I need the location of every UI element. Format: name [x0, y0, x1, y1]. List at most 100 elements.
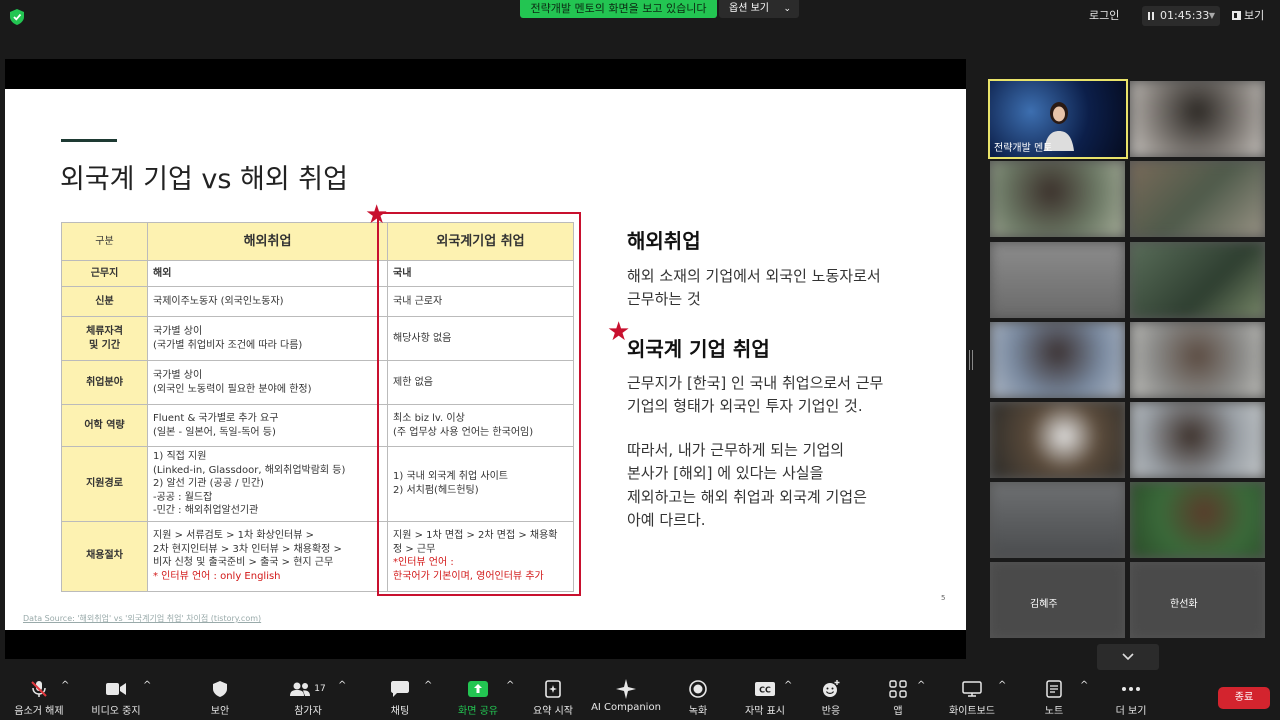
blurred-video	[990, 322, 1125, 398]
chevron-down-icon: ⌄	[783, 4, 791, 14]
view-button[interactable]: 보기	[1232, 7, 1264, 23]
caret-up-icon[interactable]: ^	[506, 680, 514, 691]
unmute-button[interactable]: 음소거 해제	[10, 680, 68, 717]
data-source-link[interactable]: Data Source: '해외취업' vs '외국계기업 취업' 차이점 (t…	[23, 613, 261, 624]
record-icon	[682, 680, 714, 698]
participant-name: 전략개발 멘토	[994, 143, 1053, 154]
chat-icon	[382, 680, 418, 698]
toolbar-label: 노트	[1044, 706, 1064, 717]
video-tile[interactable]	[1130, 482, 1265, 558]
blurred-video	[1130, 161, 1265, 237]
notes-button[interactable]: 노트	[1042, 680, 1066, 717]
page-number: 5	[941, 594, 946, 602]
table-cell: 해외	[147, 260, 388, 287]
video-tile[interactable]	[990, 402, 1125, 478]
apps-icon	[886, 680, 910, 698]
caret-up-icon[interactable]: ^	[143, 680, 151, 691]
apps-button[interactable]: 앱	[886, 680, 910, 717]
table-cell: 1) 직접 지원 (Linked-in, Glassdoor, 해외취업박람회 …	[147, 446, 388, 522]
video-tile[interactable]: 김혜주	[990, 562, 1125, 638]
chat-button[interactable]: 채팅	[382, 680, 418, 717]
table-cell-category: 신분	[61, 286, 148, 317]
blurred-video	[990, 482, 1125, 558]
table-cell: Fluent & 국가별로 추가 요구 (일본 - 일본어, 독일-독어 등)	[147, 404, 388, 447]
caret-up-icon[interactable]: ^	[917, 680, 925, 691]
view-label: 보기	[1244, 9, 1265, 22]
gallery-collapse-button[interactable]	[1097, 644, 1159, 670]
start-summary-button[interactable]: 요약 시작	[530, 680, 576, 717]
video-tile[interactable]: 한선화	[1130, 562, 1265, 638]
highlight-box	[377, 212, 581, 596]
summary-icon	[530, 680, 576, 698]
caret-up-icon[interactable]: ^	[424, 680, 432, 691]
table-cell-category: 채용절차	[61, 520, 148, 592]
toolbar-label: 음소거 해제	[14, 706, 64, 717]
section-body-overseas: 해외 소재의 기업에서 외국인 노동자로서 근무하는 것	[627, 267, 881, 309]
section-body-conclusion: 따라서, 내가 근무하게 되는 기업의 본사가 [해외] 에 있다는 사실을 제…	[627, 441, 867, 529]
video-icon	[86, 680, 146, 698]
screen-share-banner: 전략개발 멘토의 화면을 보고 있습니다	[520, 0, 717, 18]
section-title-foreign-company: 외국계 기업 취업	[627, 337, 770, 361]
table-cell: 국제이주노동자 (외국인노동자)	[147, 286, 388, 317]
record-button[interactable]: 녹화	[682, 680, 714, 717]
table-cell-note: * 인터뷰 언어 : only English	[153, 570, 281, 582]
more-icon	[1112, 680, 1150, 698]
participant-count: 17	[314, 684, 326, 694]
slide-title: 외국계 기업 vs 해외 취업	[60, 164, 348, 195]
meeting-timer[interactable]: 01:45:33 ▼	[1142, 6, 1220, 26]
caret-up-icon[interactable]: ^	[1080, 680, 1088, 691]
video-tile[interactable]	[990, 161, 1125, 237]
toolbar-label: 비디오 중지	[91, 706, 141, 717]
caret-up-icon[interactable]: ^	[61, 680, 69, 691]
stop-video-button[interactable]: 비디오 중지	[86, 680, 146, 717]
table-cell-text: 지원 > 서류검토 > 1차 화상인터뷰 > 2차 현지인터뷰 > 3차 인터뷰…	[153, 530, 342, 568]
video-tile-host[interactable]: 전략개발 멘토	[988, 79, 1128, 159]
security-shield-icon[interactable]	[10, 9, 24, 25]
video-tile[interactable]	[1130, 161, 1265, 237]
table-cell-category: 어학 역량	[61, 404, 148, 447]
reactions-button[interactable]: 반응	[814, 680, 848, 717]
share-screen-button[interactable]: 화면 공유	[452, 680, 504, 717]
participant-name: 한선화	[1170, 599, 1198, 610]
video-tile[interactable]	[990, 242, 1125, 318]
toolbar-label: 화면 공유	[458, 706, 498, 717]
table-cell-category: 체류자격 및 기간	[61, 316, 148, 361]
blurred-video	[1130, 482, 1265, 558]
star-icon: ★	[365, 200, 389, 230]
security-button[interactable]: 보안	[200, 680, 240, 717]
login-button[interactable]: 로그인	[1089, 7, 1119, 23]
title-rule	[61, 139, 117, 142]
table-cell: 국가별 상이 (외국인 노동력이 필요한 분야에 한정)	[147, 360, 388, 405]
resize-handle[interactable]	[969, 350, 973, 370]
toolbar-label: AI Companion	[591, 702, 661, 713]
more-button[interactable]: 더 보기	[1112, 680, 1150, 717]
video-tile[interactable]	[990, 322, 1125, 398]
participant-name: 김혜주	[1030, 599, 1058, 610]
caret-up-icon[interactable]: ^	[784, 680, 792, 691]
toolbar-label: 화이트보드	[949, 706, 995, 717]
toolbar-label: 보안	[210, 706, 230, 717]
ai-sparkle-icon	[590, 679, 662, 699]
table-cell: 국가별 상이 (국가별 취업비자 조건에 따라 다름)	[147, 316, 388, 361]
blurred-video	[1130, 81, 1265, 157]
view-options-button[interactable]: 옵션 보기 ⌄	[719, 0, 799, 18]
toolbar-label: 참가자	[294, 706, 322, 717]
video-tile[interactable]	[990, 482, 1125, 558]
caret-up-icon[interactable]: ^	[998, 680, 1006, 691]
table-header-overseas: 해외취업	[147, 222, 388, 261]
pause-icon	[1148, 12, 1154, 20]
section-title-overseas: 해외취업	[627, 229, 701, 253]
video-tile[interactable]	[1130, 322, 1265, 398]
end-meeting-button[interactable]: 종료	[1218, 687, 1270, 709]
video-tile[interactable]	[1130, 242, 1265, 318]
whiteboard-button[interactable]: 화이트보드	[946, 680, 998, 717]
ai-companion-button[interactable]: AI Companion	[590, 679, 662, 713]
participants-icon: 17	[288, 680, 328, 698]
participants-button[interactable]: 17 참가자	[288, 680, 328, 717]
video-tile[interactable]	[1130, 402, 1265, 478]
caret-up-icon[interactable]: ^	[338, 680, 346, 691]
captions-button[interactable]: CC 자막 표시	[741, 680, 789, 717]
view-options-label: 옵션 보기	[729, 3, 769, 14]
notes-icon	[1042, 680, 1066, 698]
video-tile[interactable]	[1130, 81, 1265, 157]
